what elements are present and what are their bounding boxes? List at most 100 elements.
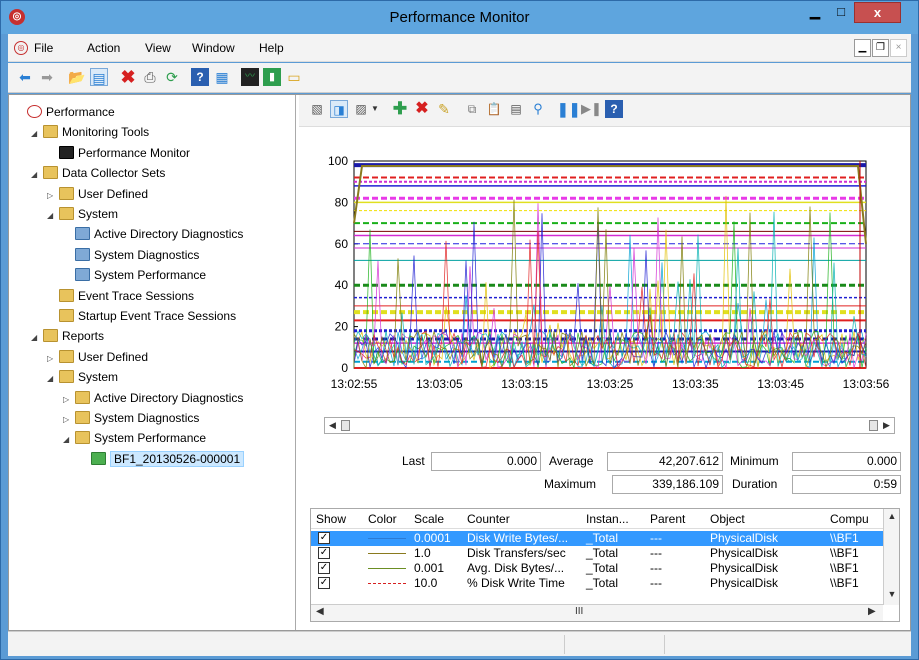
highlight-icon[interactable]: ✎ — [435, 100, 453, 118]
menu-view[interactable]: View — [145, 41, 171, 55]
tree-node[interactable]: Active Directory Diagnostics — [63, 224, 243, 244]
paste-counter-list-icon[interactable]: 📋 — [485, 100, 503, 118]
legend-row[interactable]: ✓ 0.001 Avg. Disk Bytes/... _Total --- Physic… — [311, 561, 883, 576]
menu-window[interactable]: Window — [192, 41, 235, 55]
show-checkbox[interactable]: ✓ — [318, 562, 330, 574]
collapse-icon[interactable]: ◢ — [31, 165, 43, 185]
print-icon[interactable]: ⎙ — [141, 68, 159, 86]
properties-icon[interactable]: ▤ — [507, 100, 525, 118]
tree-node[interactable]: Performance Monitor — [47, 143, 190, 163]
performance-icon[interactable]: 〰 — [241, 68, 259, 86]
tree-node[interactable]: System Performance — [63, 265, 206, 285]
collapse-icon[interactable]: ◢ — [31, 124, 43, 144]
view-graph-icon[interactable]: ◨ — [330, 100, 348, 118]
scroll-thumb-left[interactable] — [341, 420, 350, 431]
tree-node[interactable]: ▷ User Defined — [47, 347, 148, 367]
tree-node[interactable]: ◢ Monitoring Tools — [31, 122, 149, 142]
mdi-close-button[interactable]: × — [890, 39, 907, 57]
close-button[interactable]: x — [854, 2, 901, 23]
title-bar[interactable]: ◎ Performance Monitor ▁ □ x — [1, 1, 918, 34]
scroll-right-icon[interactable]: ▶ — [868, 606, 876, 617]
show-checkbox[interactable]: ✓ — [318, 532, 330, 544]
update-data-icon[interactable]: ▶❚ — [581, 100, 602, 118]
tree-node[interactable]: ▷ User Defined — [47, 184, 148, 204]
scroll-right-icon[interactable]: ▶ — [879, 418, 894, 433]
graph-svg[interactable]: 100 80 60 40 20 0 13:02:55 13:03:05 13:03:15 13:0… — [299, 128, 910, 398]
legend-row[interactable]: ✓ 0.0001 Disk Write Bytes/... _Total --- Phys… — [311, 531, 883, 546]
console-tree-icon[interactable]: ▤ — [90, 68, 108, 86]
expand-icon[interactable]: ▷ — [47, 349, 59, 369]
col-object[interactable]: Object — [710, 512, 745, 526]
menu-help[interactable]: Help — [259, 41, 284, 55]
legend-horizontal-scrollbar[interactable]: ◀ III ▶ — [311, 604, 883, 621]
scroll-down-icon[interactable]: ▼ — [884, 589, 900, 599]
maximize-button[interactable]: □ — [828, 2, 854, 23]
scroll-left-icon[interactable]: ◀ — [316, 606, 324, 617]
tree-node[interactable]: BF1_20130526-000001 — [79, 449, 245, 469]
zoom-icon[interactable]: ⚲ — [529, 100, 547, 118]
collapse-icon[interactable]: ◢ — [47, 369, 59, 389]
console-tree[interactable]: Performance ◢ Monitoring Tools Performance … — [9, 95, 296, 630]
scroll-grip[interactable]: III — [575, 606, 583, 617]
col-scale[interactable]: Scale — [414, 512, 444, 526]
help-icon[interactable]: ? — [605, 100, 623, 118]
col-instance[interactable]: Instan... — [586, 512, 629, 526]
add-counter-icon[interactable]: ✚ — [391, 100, 409, 118]
help-icon[interactable]: ? — [191, 68, 209, 86]
collapse-icon[interactable]: ◢ — [63, 430, 75, 450]
copy-properties-icon[interactable]: ⧉ — [463, 100, 481, 118]
expand-icon[interactable]: ▷ — [63, 390, 75, 410]
view-current-activity-icon[interactable]: ▧ — [308, 100, 326, 118]
menu-action[interactable]: Action — [87, 41, 120, 55]
show-checkbox[interactable]: ✓ — [318, 547, 330, 559]
report-icon[interactable]: ▮ — [263, 68, 281, 86]
mdi-minimize-button[interactable]: ▁ — [854, 39, 871, 57]
time-scrollbar[interactable]: ◀ ▶ — [324, 417, 895, 434]
scroll-up-icon[interactable]: ▲ — [884, 511, 900, 521]
tree-node[interactable]: ◢ System — [47, 204, 118, 224]
change-graph-type-icon[interactable]: ▨ — [352, 100, 370, 118]
show-checkbox[interactable]: ✓ — [318, 577, 330, 589]
legend-row[interactable]: ✓ 1.0 Disk Transfers/sec _Total --- PhysicalD… — [311, 546, 883, 561]
expand-icon[interactable]: ▷ — [63, 410, 75, 430]
chevron-down-icon[interactable]: ▼ — [370, 100, 380, 118]
tree-node[interactable]: Performance — [15, 102, 115, 122]
document-icon[interactable]: ◎ — [14, 41, 28, 55]
freeze-display-icon[interactable]: ❚❚ — [557, 100, 580, 118]
legend-vertical-scrollbar[interactable]: ▲ ▼ — [883, 509, 899, 605]
tree-node[interactable]: ◢ Data Collector Sets — [31, 163, 165, 183]
counter-legend-table[interactable]: Show Color Scale Counter Instan... Paren… — [310, 508, 900, 622]
scroll-left-icon[interactable]: ◀ — [325, 418, 340, 433]
up-folder-icon[interactable]: 📂 — [68, 68, 86, 86]
tree-node[interactable]: ◢ System — [47, 367, 118, 387]
forward-icon[interactable]: ➡ — [38, 68, 56, 86]
back-icon[interactable]: ⬅ — [16, 68, 34, 86]
tree-node[interactable]: ▷ System Diagnostics — [63, 408, 199, 428]
delete-counter-icon[interactable]: ✖ — [413, 100, 431, 118]
col-parent[interactable]: Parent — [650, 512, 685, 526]
performance-graph[interactable]: 100 80 60 40 20 0 13:02:55 13:03:05 13:03:15 13:0… — [299, 128, 910, 398]
expand-icon[interactable]: ▷ — [47, 186, 59, 206]
mdi-restore-button[interactable]: ❐ — [872, 39, 889, 57]
refresh-icon[interactable]: ⟳ — [163, 68, 181, 86]
tree-node[interactable]: ▷ Active Directory Diagnostics — [63, 388, 243, 408]
show-hide-icon[interactable]: ▦ — [213, 68, 231, 86]
col-show[interactable]: Show — [316, 512, 346, 526]
tree-node[interactable]: Event Trace Sessions — [47, 286, 194, 306]
menu-file[interactable]: File — [34, 41, 53, 55]
collapse-icon[interactable]: ◢ — [31, 328, 43, 348]
tree-node[interactable]: ◢ Reports — [31, 326, 104, 346]
delete-icon[interactable]: ✖ — [119, 68, 137, 86]
collapse-icon[interactable]: ◢ — [47, 206, 59, 226]
tree-node[interactable]: System Diagnostics — [63, 245, 199, 265]
folder-icon[interactable]: ▭ — [285, 68, 303, 86]
tree-node[interactable]: ◢ System Performance — [63, 428, 206, 448]
tree-node[interactable]: Startup Event Trace Sessions — [47, 306, 236, 326]
tree-node-label: System Performance — [94, 431, 207, 446]
scroll-thumb-right[interactable] — [869, 420, 878, 431]
col-counter[interactable]: Counter — [467, 512, 510, 526]
legend-row[interactable]: ✓ 10.0 % Disk Write Time _Total --- PhysicalD… — [311, 576, 883, 591]
col-computer[interactable]: Compu — [830, 512, 869, 526]
col-color[interactable]: Color — [368, 512, 397, 526]
minimize-button[interactable]: ▁ — [802, 2, 828, 23]
